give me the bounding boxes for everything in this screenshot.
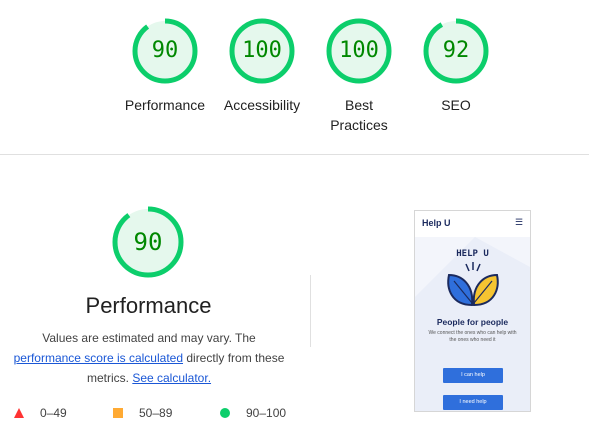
category-scores: 90 Performance 100 Accessibility 100 Bes…: [0, 0, 589, 155]
score-label: Performance: [124, 97, 206, 113]
score-gauge: 92: [423, 18, 489, 84]
thumbnail-brand: Help U: [422, 218, 451, 228]
score-gauge: 90: [132, 18, 198, 84]
green-circle-icon: [220, 408, 230, 418]
legend-range: 90–100: [246, 406, 287, 420]
score-value: 92: [442, 38, 470, 63]
red-triangle-icon: [14, 408, 24, 418]
performance-description: Values are estimated and may vary. The p…: [8, 328, 290, 388]
performance-title: Performance: [85, 293, 212, 318]
thumbnail-logo-text: HELP U: [456, 249, 489, 259]
score-accessibility[interactable]: 100 Accessibility: [207, 18, 317, 115]
score-best-practices[interactable]: 100 Best Practices: [304, 18, 414, 135]
hamburger-icon: ☰: [515, 217, 524, 227]
score-gauge: 100: [229, 18, 295, 84]
performance-score-value: 90: [133, 228, 163, 256]
score-gauge: 100: [326, 18, 392, 84]
performance-gauge: 90: [112, 206, 184, 278]
description-text: Values are estimated and may vary. The: [42, 331, 256, 345]
score-label: Accessibility: [223, 97, 301, 113]
thumbnail-header: Help U ☰: [415, 211, 530, 237]
legend-range: 50–89: [139, 406, 173, 420]
score-value: 90: [151, 38, 179, 63]
legend-range: 0–49: [40, 406, 67, 420]
see-calculator-link[interactable]: See calculator.: [132, 371, 211, 385]
thumbnail-i-can-help-button: I can help: [443, 368, 503, 383]
thumbnail-i-need-help-button: I need help: [443, 395, 503, 410]
score-label: Best Practices: [330, 97, 388, 133]
score-value: 100: [242, 38, 282, 63]
score-performance[interactable]: 90 Performance: [110, 18, 220, 115]
thumbnail-heading: People for people: [436, 317, 509, 327]
score-value: 100: [339, 38, 379, 63]
score-label: SEO: [441, 97, 471, 113]
leaves-illustration-icon: [447, 262, 499, 307]
score-calculated-link[interactable]: performance score is calculated: [14, 351, 183, 365]
section-divider: [0, 154, 589, 155]
score-seo[interactable]: 92 SEO: [401, 18, 511, 115]
orange-square-icon: [113, 408, 123, 418]
page-screenshot-thumbnail[interactable]: Help U ☰ HELP U People for people We con…: [414, 210, 531, 412]
vertical-divider: [310, 275, 311, 347]
thumbnail-subtext: We connect the ones who can help with th…: [428, 330, 517, 343]
